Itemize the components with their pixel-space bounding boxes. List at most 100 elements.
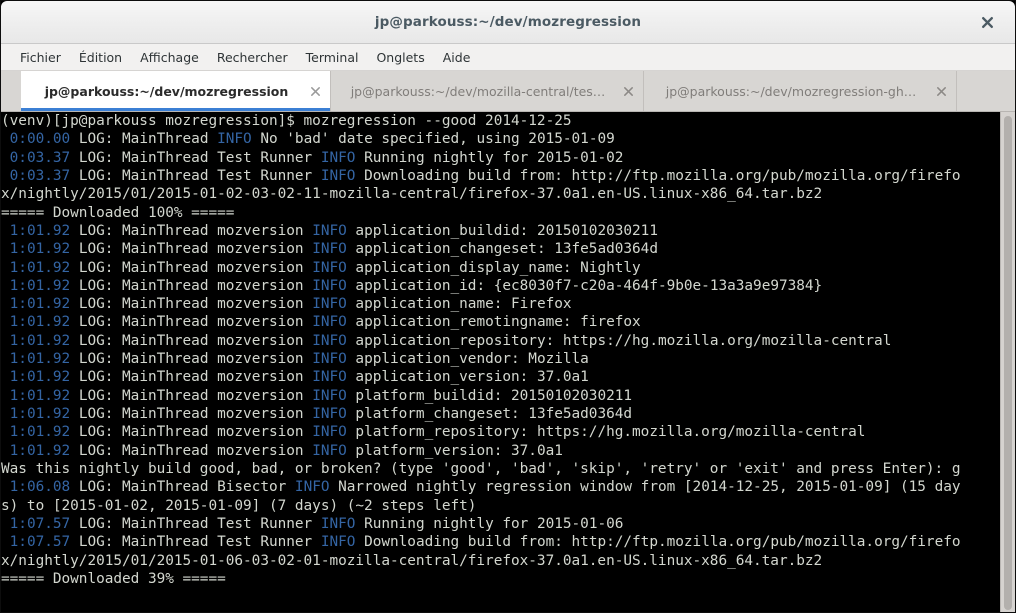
terminal-text-blue: INFO [312,442,347,459]
terminal-text: application_remotingname: firefox [346,314,641,331]
terminal-text: LOG: MainThread mozversion [70,369,313,386]
terminal-text: LOG: MainThread mozversion [70,314,313,331]
menu-item-aide[interactable]: Aide [434,47,480,68]
terminal-text-blue: INFO [312,332,347,349]
terminal-text-blue: INFO [312,222,347,239]
terminal-text: Narrowed nightly regression window from … [329,479,961,496]
tab-label: jp@parkouss:~/dev/mozregression-gh… [665,83,917,99]
terminal-text-blue: 1:07.57 [9,515,71,532]
menu-item-affichage[interactable]: Affichage [131,47,208,68]
tab-mozregression-gh[interactable]: jp@parkouss:~/dev/mozregression-gh… [644,71,957,111]
terminal-text-blue: 1:01.92 [9,314,71,331]
terminal-text: LOG: MainThread mozversion [70,296,313,313]
terminal-line: 1:01.92 LOG: MainThread mozversion INFO … [1,405,1000,423]
terminal-text-blue: INFO [312,369,347,386]
terminal-line: x/nightly/2015/01/2015-01-02-03-02-11-mo… [1,185,1000,203]
terminal-text: LOG: MainThread mozversion [70,442,313,459]
terminal-line: 0:00.00 LOG: MainThread INFO No 'bad' da… [1,130,1000,148]
terminal-text: LOG: MainThread Test Runner [70,534,321,551]
terminal-text-blue: 1:07.57 [9,534,71,551]
menu-item-fichier[interactable]: Fichier [11,47,70,68]
terminal-text: x/nightly/2015/01/2015-01-06-03-02-01-mo… [1,552,823,569]
terminal-line: 0:03.37 LOG: MainThread Test Runner INFO… [1,149,1000,167]
terminal-text: Was this nightly build good, bad, or bro… [1,460,961,477]
terminal-line: 1:01.92 LOG: MainThread mozversion INFO … [1,332,1000,350]
menu-item-onglets[interactable]: Onglets [367,47,433,68]
terminal-text: s) to [2015-01-02, 2015-01-09] (7 days) … [1,497,477,514]
tab-label: jp@parkouss:~/dev/mozregression [44,83,289,99]
terminal-text-blue: INFO [320,515,356,532]
terminal-text-blue: INFO [312,296,347,313]
tab-mozilla-central-tests[interactable]: jp@parkouss:~/dev/mozilla-central/tes… [331,71,644,111]
tab-close-button[interactable] [621,84,635,98]
terminal-text: application_changeset: 13fe5ad0364d [346,241,658,258]
window-close-button[interactable] [969,1,1005,43]
menu-item-rechercher[interactable]: Rechercher [208,47,297,68]
terminal-text: LOG: MainThread Bisector [70,479,295,496]
terminal-text: platform_version: 37.0a1 [346,442,563,459]
terminal-line: ===== Downloaded 100% ===== [1,204,1000,222]
terminal-text: application_buildid: 20150102030211 [346,222,658,239]
terminal-text-blue: INFO [312,387,347,404]
terminal-text-blue: 1:01.92 [9,259,71,276]
tab-mozregression[interactable]: jp@parkouss:~/dev/mozregression [21,71,331,111]
terminal-line: 1:01.92 LOG: MainThread mozversion INFO … [1,222,1000,240]
window-title: jp@parkouss:~/dev/mozregression [374,14,642,30]
terminal-text: ===== Downloaded 39% ===== [1,570,226,587]
terminal-text: LOG: MainThread mozversion [70,277,313,294]
terminal-line: 1:01.92 LOG: MainThread mozversion INFO … [1,259,1000,277]
terminal-text: LOG: MainThread mozversion [70,241,313,258]
terminal-line: 1:07.57 LOG: MainThread Test Runner INFO… [1,515,1000,533]
terminal-line: 1:01.92 LOG: MainThread mozversion INFO … [1,295,1000,313]
terminal-text-blue: INFO [217,131,252,148]
terminal-line: 1:01.92 LOG: MainThread mozversion INFO … [1,387,1000,405]
terminal-text: LOG: MainThread Test Runner [70,149,321,166]
terminal-text-blue: INFO [312,259,347,276]
menu-item-terminal[interactable]: Terminal [297,47,368,68]
terminal-line: (venv)[jp@parkouss mozregression]$ mozre… [1,112,1000,130]
terminal-line: 1:01.92 LOG: MainThread mozversion INFO … [1,240,1000,258]
terminal-text: x/nightly/2015/01/2015-01-02-03-02-11-mo… [1,186,823,203]
terminal-text-blue: 0:00.00 [9,131,71,148]
terminal-text-blue: 1:01.92 [9,332,71,349]
terminal-line: 1:01.92 LOG: MainThread mozversion INFO … [1,350,1000,368]
terminal-text-blue: 1:01.92 [9,351,71,368]
terminal-text-blue: 1:01.92 [9,277,71,294]
terminal-text: Running nightly for 2015-01-02 [355,149,624,166]
tab-close-button[interactable] [308,84,322,98]
tab-close-button[interactable] [934,84,948,98]
terminal-text: (venv)[jp@parkouss mozregression]$ mozre… [1,113,572,129]
terminal-text: LOG: MainThread mozversion [70,351,313,368]
terminal-text: LOG: MainThread mozversion [70,332,313,349]
terminal-text: LOG: MainThread mozversion [70,424,313,441]
menu-item-edition[interactable]: Édition [70,47,131,68]
terminal-text: LOG: MainThread Test Runner [70,167,321,184]
terminal-line: Was this nightly build good, bad, or bro… [1,460,1000,478]
tab-label: jp@parkouss:~/dev/mozilla-central/tes… [350,83,606,99]
terminal-output[interactable]: (venv)[jp@parkouss mozregression]$ mozre… [1,112,1000,612]
terminal-text-blue: INFO [320,149,356,166]
terminal-text-blue: INFO [294,479,330,496]
terminal-text-blue: 1:01.92 [9,406,71,422]
scrollbar-thumb[interactable] [1004,116,1012,610]
terminal-text: platform_buildid: 20150102030211 [346,387,633,404]
terminal-text: application_version: 37.0a1 [346,369,589,386]
terminal-text-blue: 1:01.92 [9,424,71,441]
terminal-text-blue: 0:03.37 [9,167,71,184]
terminal-scrollbar[interactable] [1000,112,1015,612]
terminal-line: 1:01.92 LOG: MainThread mozversion INFO … [1,277,1000,295]
terminal-text-blue: INFO [312,351,347,368]
terminal-area: (venv)[jp@parkouss mozregression]$ mozre… [1,112,1015,612]
